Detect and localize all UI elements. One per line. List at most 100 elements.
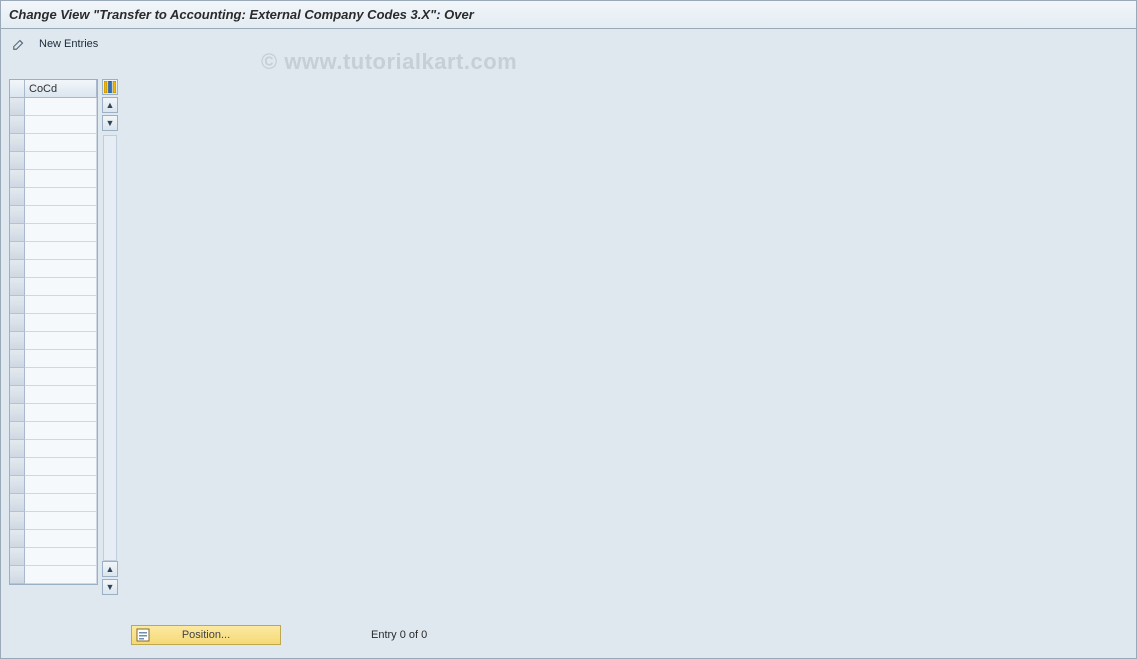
entry-status: Entry 0 of 0 [371,629,427,641]
row-select-cell[interactable] [10,332,25,350]
cocd-cell[interactable] [25,134,97,152]
cocd-cell[interactable] [25,566,97,584]
row-select-cell[interactable] [10,260,25,278]
cocd-cell[interactable] [25,386,97,404]
table-row[interactable] [10,314,97,332]
row-select-cell[interactable] [10,116,25,134]
row-select-cell[interactable] [10,206,25,224]
cocd-cell[interactable] [25,548,97,566]
toolbar: New Entries [1,29,1136,59]
scrollbar-track[interactable] [103,135,117,561]
table-row[interactable] [10,350,97,368]
cocd-cell[interactable] [25,98,97,116]
row-select-cell[interactable] [10,566,25,584]
row-select-cell[interactable] [10,170,25,188]
table-row[interactable] [10,206,97,224]
cocd-cell[interactable] [25,260,97,278]
row-select-cell[interactable] [10,512,25,530]
cocd-cell[interactable] [25,350,97,368]
grid-side-controls: ▲ ▼ ▲ ▼ [102,79,118,597]
row-select-cell[interactable] [10,134,25,152]
table-row[interactable] [10,404,97,422]
scroll-up-bottom-button[interactable]: ▲ [102,561,118,577]
table-row[interactable] [10,170,97,188]
cocd-cell[interactable] [25,314,97,332]
row-select-cell[interactable] [10,386,25,404]
table-row[interactable] [10,152,97,170]
table-row[interactable] [10,548,97,566]
grid-body [10,98,97,584]
table-row[interactable] [10,422,97,440]
cocd-cell[interactable] [25,512,97,530]
table-row[interactable] [10,332,97,350]
cocd-cell[interactable] [25,242,97,260]
cocd-cell[interactable] [25,476,97,494]
table-row[interactable] [10,296,97,314]
table-row[interactable] [10,530,97,548]
row-select-cell[interactable] [10,440,25,458]
row-select-cell[interactable] [10,296,25,314]
table-row[interactable] [10,224,97,242]
scroll-down-bottom-button[interactable]: ▼ [102,579,118,595]
row-select-cell[interactable] [10,476,25,494]
grid-header-cocd[interactable]: CoCd [25,80,97,98]
table-row[interactable] [10,566,97,584]
row-select-cell[interactable] [10,494,25,512]
row-select-cell[interactable] [10,278,25,296]
grid-header-row-select[interactable] [10,80,25,98]
table-row[interactable] [10,458,97,476]
edit-icon[interactable] [9,34,29,54]
cocd-cell[interactable] [25,440,97,458]
cocd-cell[interactable] [25,170,97,188]
cocd-cell[interactable] [25,224,97,242]
table-row[interactable] [10,476,97,494]
cocd-cell[interactable] [25,278,97,296]
row-select-cell[interactable] [10,350,25,368]
row-select-cell[interactable] [10,548,25,566]
cocd-cell[interactable] [25,206,97,224]
row-select-cell[interactable] [10,530,25,548]
cocd-cell[interactable] [25,530,97,548]
row-select-cell[interactable] [10,98,25,116]
cocd-grid: CoCd [9,79,98,585]
row-select-cell[interactable] [10,458,25,476]
cocd-cell[interactable] [25,116,97,134]
table-row[interactable] [10,368,97,386]
select-columns-button[interactable] [102,79,118,95]
scroll-down-top-button[interactable]: ▼ [102,115,118,131]
table-row[interactable] [10,278,97,296]
row-select-cell[interactable] [10,314,25,332]
row-select-cell[interactable] [10,404,25,422]
cocd-cell[interactable] [25,458,97,476]
cocd-cell[interactable] [25,422,97,440]
cocd-cell[interactable] [25,188,97,206]
new-entries-button[interactable]: New Entries [35,36,102,52]
row-select-cell[interactable] [10,368,25,386]
table-row[interactable] [10,188,97,206]
table-row[interactable] [10,512,97,530]
table-row[interactable] [10,116,97,134]
table-row[interactable] [10,494,97,512]
row-select-cell[interactable] [10,422,25,440]
row-select-cell[interactable] [10,152,25,170]
window-title: Change View "Transfer to Accounting: Ext… [9,7,474,22]
cocd-cell[interactable] [25,332,97,350]
title-bar: Change View "Transfer to Accounting: Ext… [1,1,1136,29]
row-select-cell[interactable] [10,242,25,260]
content-area: CoCd ▲ ▼ ▲ ▼ [9,79,118,597]
cocd-cell[interactable] [25,152,97,170]
scroll-up-top-button[interactable]: ▲ [102,97,118,113]
table-row[interactable] [10,260,97,278]
position-button[interactable]: Position... [131,625,281,645]
row-select-cell[interactable] [10,224,25,242]
cocd-cell[interactable] [25,296,97,314]
table-row[interactable] [10,242,97,260]
table-row[interactable] [10,386,97,404]
table-row[interactable] [10,440,97,458]
row-select-cell[interactable] [10,188,25,206]
cocd-cell[interactable] [25,368,97,386]
table-row[interactable] [10,134,97,152]
cocd-cell[interactable] [25,404,97,422]
table-row[interactable] [10,98,97,116]
cocd-cell[interactable] [25,494,97,512]
